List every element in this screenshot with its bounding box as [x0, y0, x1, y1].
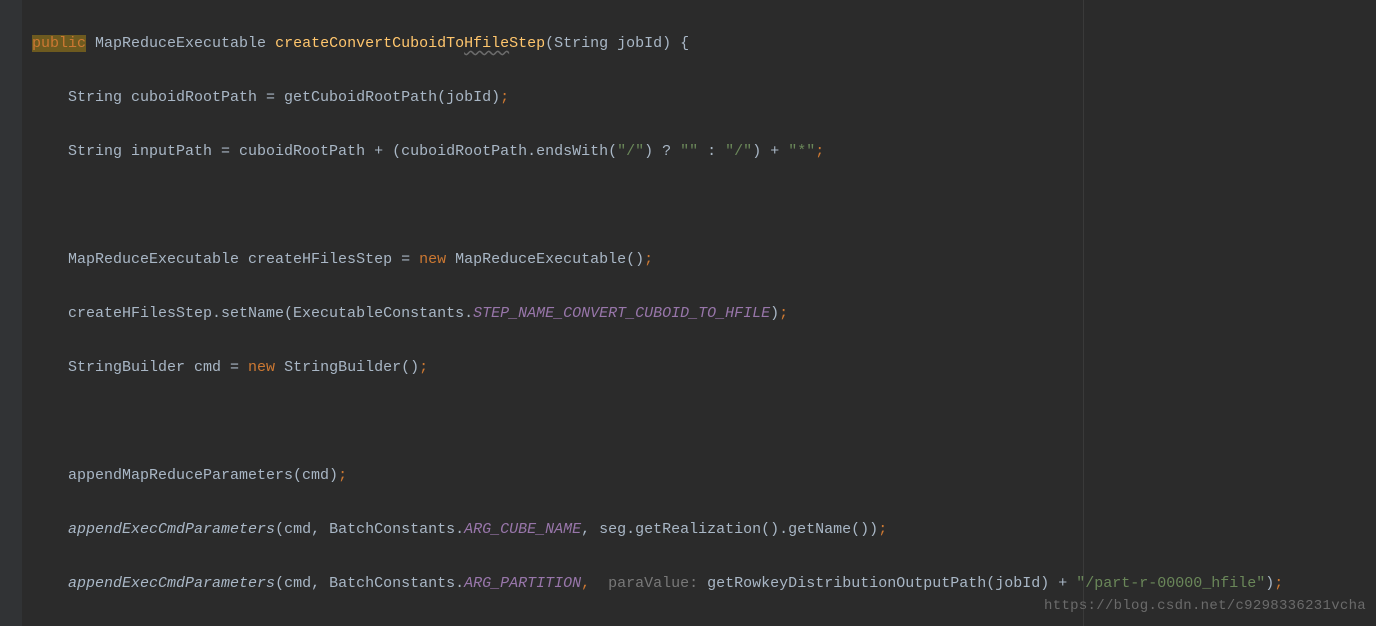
string-literal: "/" — [617, 143, 644, 160]
stmt: String inputPath = cuboidRootPath + (cub… — [68, 143, 617, 160]
code-line: MapReduceExecutable createHFilesStep = n… — [32, 246, 1376, 273]
stmt: ) — [770, 305, 779, 322]
stmt: createHFilesStep.setName(ExecutableConst… — [68, 305, 473, 322]
method-name-part: Step — [509, 35, 545, 52]
return-type: MapReduceExecutable — [95, 35, 266, 52]
stmt: MapReduceExecutable createHFilesStep = — [68, 251, 419, 268]
code-line: StringBuilder cmd = new StringBuilder(); — [32, 354, 1376, 381]
semicolon: ; — [779, 305, 788, 322]
semicolon: ; — [878, 521, 887, 538]
args: getRowkeyDistributionOutputPath(jobId) + — [698, 575, 1076, 592]
string-literal: "/part-r-00000_hfile" — [1076, 575, 1265, 592]
args: (cmd, BatchConstants. — [275, 575, 464, 592]
semicolon: ; — [419, 359, 428, 376]
string-literal: "" — [680, 143, 698, 160]
brace-open: { — [680, 35, 689, 52]
code-line: String inputPath = cuboidRootPath + (cub… — [32, 138, 1376, 165]
semicolon: ; — [338, 467, 347, 484]
args: , seg.getRealization().getName()) — [581, 521, 878, 538]
keyword-new: new — [419, 251, 446, 268]
stmt: StringBuilder() — [275, 359, 419, 376]
method-name-part: createConvertCuboidTo — [275, 35, 464, 52]
code-line: String cuboidRootPath = getCuboidRootPat… — [32, 84, 1376, 111]
code-line: appendExecCmdParameters(cmd, BatchConsta… — [32, 516, 1376, 543]
stmt: MapReduceExecutable() — [446, 251, 644, 268]
stmt: ) ? — [644, 143, 680, 160]
stmt: ) + — [752, 143, 788, 160]
keyword-public: public — [32, 35, 86, 52]
code-line: public MapReduceExecutable createConvert… — [32, 30, 1376, 57]
keyword-new: new — [248, 359, 275, 376]
code-area[interactable]: public MapReduceExecutable createConvert… — [32, 3, 1376, 626]
code-line-blank — [32, 192, 1376, 219]
method-name-wavy: Hfile — [464, 35, 509, 52]
comma: , — [581, 575, 590, 592]
string-literal: "*" — [788, 143, 815, 160]
stmt: StringBuilder cmd = — [68, 359, 248, 376]
code-line-blank — [32, 408, 1376, 435]
code-line: createHFilesStep.setName(ExecutableConst… — [32, 300, 1376, 327]
semicolon: ; — [815, 143, 824, 160]
semicolon: ; — [644, 251, 653, 268]
method-call: appendExecCmdParameters — [68, 521, 275, 538]
params: (String jobId) — [545, 35, 680, 52]
parameter-hint: paraValue: — [608, 575, 698, 592]
constant: ARG_CUBE_NAME — [464, 521, 581, 538]
method-call: appendExecCmdParameters — [68, 575, 275, 592]
semicolon: ; — [500, 89, 509, 106]
string-literal: "/" — [725, 143, 752, 160]
gutter — [0, 0, 22, 626]
semicolon: ; — [1274, 575, 1283, 592]
constant: ARG_PARTITION — [464, 575, 581, 592]
code-editor[interactable]: public MapReduceExecutable createConvert… — [0, 0, 1376, 626]
code-line: appendMapReduceParameters(cmd); — [32, 462, 1376, 489]
args: (cmd, BatchConstants. — [275, 521, 464, 538]
args: ) — [1265, 575, 1274, 592]
method-name: createConvertCuboidToHfileStep — [275, 35, 545, 52]
stmt: appendMapReduceParameters(cmd) — [68, 467, 338, 484]
stmt: String cuboidRootPath = getCuboidRootPat… — [68, 89, 500, 106]
constant: STEP_NAME_CONVERT_CUBOID_TO_HFILE — [473, 305, 770, 322]
watermark: https://blog.csdn.net/c9298336231vcha — [1044, 593, 1366, 620]
stmt: : — [698, 143, 725, 160]
